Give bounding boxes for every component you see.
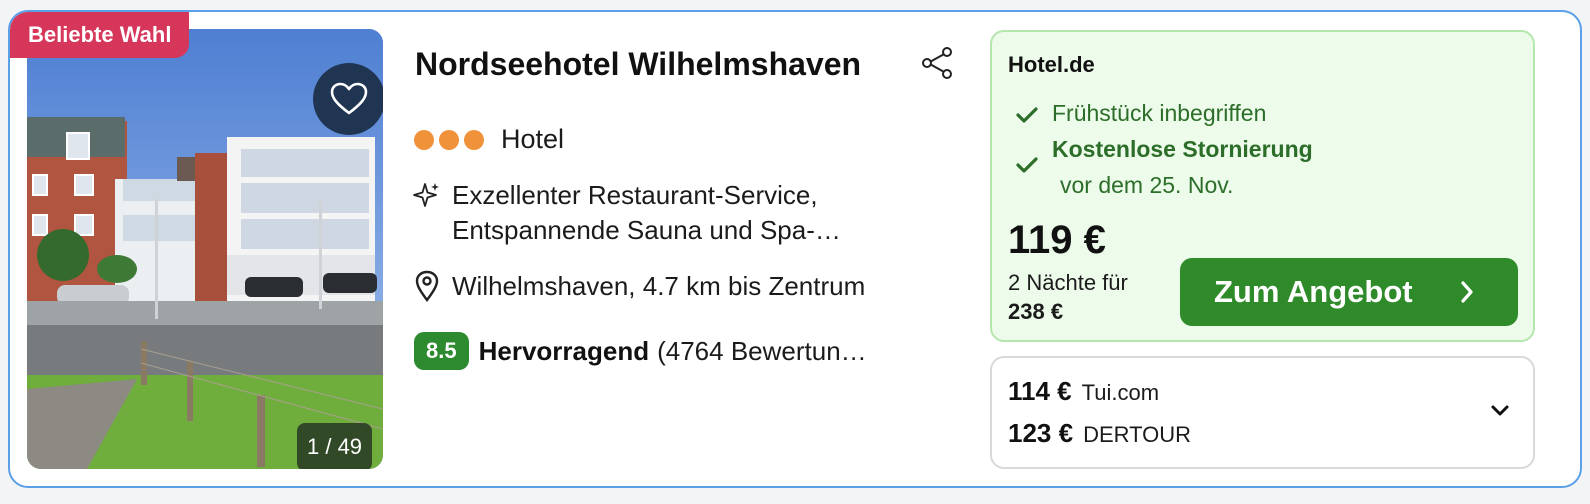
hotel-rating[interactable]: 8.5 Hervorragend (4764 Bewertun…	[414, 332, 867, 370]
hotel-photo[interactable]: 1 / 49	[27, 29, 383, 469]
perk-breakfast: Frühstück inbegriffen	[1052, 100, 1267, 126]
best-offer-box[interactable]: Hotel.de Frühstück inbegriffen Kostenlos…	[990, 30, 1535, 342]
other-offer-price: 123 €	[1008, 418, 1074, 448]
offer-price: 119 €	[1008, 218, 1106, 262]
location-pin-icon	[415, 270, 439, 302]
other-offer-row[interactable]: 123 € DERTOUR	[1008, 418, 1191, 449]
other-offer-price: 114 €	[1008, 376, 1072, 406]
other-offer-provider: Tui.com	[1081, 380, 1160, 405]
view-deal-label: Zum Angebot	[1214, 274, 1413, 309]
hotel-name[interactable]: Nordseehotel Wilhelmshaven	[415, 46, 861, 83]
chevron-down-icon[interactable]	[1490, 404, 1510, 418]
sparkle-icon	[413, 183, 439, 207]
hotel-type: Hotel	[501, 124, 565, 154]
star-dot	[439, 129, 459, 150]
other-offers-box[interactable]: 114 € Tui.com 123 € DERTOUR	[990, 356, 1535, 469]
rating-label: Hervorragend	[478, 335, 650, 366]
checkmark-icon	[1016, 157, 1038, 173]
hotel-features: Exzellenter Restaurant-Service, Entspann…	[412, 178, 902, 248]
perk-cancellation-deadline: vor dem 25. Nov.	[1060, 172, 1234, 198]
offer-nights: 2 Nächte für	[1008, 270, 1128, 295]
location-text: Wilhelmshaven, 4.7 km bis Zentrum	[452, 270, 866, 301]
heart-icon	[330, 82, 368, 115]
share-button[interactable]	[920, 46, 954, 80]
photo-counter: 1 / 49	[297, 423, 373, 469]
other-offer-provider: DERTOUR	[1083, 422, 1192, 447]
favorite-button[interactable]	[313, 63, 383, 135]
view-deal-button[interactable]: Zum Angebot	[1180, 258, 1518, 326]
star-dot	[464, 129, 484, 150]
offer-provider: Hotel.de	[1008, 52, 1095, 77]
hotel-location: Wilhelmshaven, 4.7 km bis Zentrum	[412, 270, 865, 302]
features-text: Exzellenter Restaurant-Service, Entspann…	[452, 180, 841, 245]
perk-free-cancellation: Kostenlose Stornierung	[1052, 136, 1313, 162]
share-icon	[922, 47, 952, 79]
other-offer-row[interactable]: 114 € Tui.com	[1008, 376, 1159, 407]
checkmark-icon	[1016, 107, 1038, 123]
chevron-right-icon	[1461, 281, 1473, 303]
star-dot	[414, 129, 434, 150]
popular-badge: Beliebte Wahl	[10, 12, 190, 58]
hotel-stars: Hotel	[414, 124, 564, 155]
offer-total: 238 €	[1008, 299, 1064, 324]
rating-count: (4764 Bewertun…	[657, 335, 867, 366]
rating-score: 8.5	[414, 332, 469, 370]
hotel-card[interactable]: 1 / 49 Beliebte Wahl Nordseehotel Wilhel…	[8, 10, 1582, 488]
